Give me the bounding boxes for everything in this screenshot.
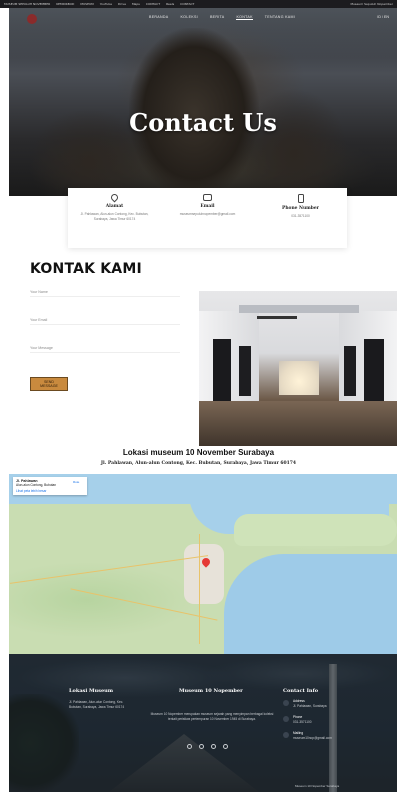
- bookmark[interactable]: KEMDIKBUD: [56, 2, 74, 6]
- site-footer: Lokasi Museum Jl. Pahlawan, Alun-alun Co…: [9, 654, 397, 792]
- location-address: Jl. Pahlawan, Alun-alun Contong, Kec. Bu…: [100, 461, 297, 466]
- bookmark[interactable]: CONTACT: [146, 2, 160, 6]
- footer-museum-text: Museum 10 Nopember merupakan museum seja…: [150, 712, 274, 721]
- location-title: Lokasi museum 10 November Surabaya: [122, 448, 275, 457]
- display-case: [279, 361, 319, 395]
- footer-location-text: Jl. Pahlawan, Alun-alun Contong, Kec. Bu…: [69, 700, 125, 709]
- email-field[interactable]: Your Email: [30, 318, 180, 325]
- footer-contact-title: Contact Info: [283, 688, 319, 694]
- nav-kontak[interactable]: KONTAK: [236, 15, 253, 20]
- section-title: KONTAK KAMI: [30, 261, 142, 277]
- twitter-icon[interactable]: [199, 744, 204, 749]
- footer-address-label: Address: [293, 699, 305, 703]
- display-panel: [239, 346, 251, 396]
- page-bottom: [0, 792, 397, 801]
- map-island: [234, 514, 397, 546]
- map-place-sub: Alun-alun Contong, Bubutan: [16, 483, 57, 487]
- bookmark[interactable]: MUSEUM: [80, 2, 93, 6]
- page-title: Contact Us: [129, 108, 277, 137]
- museum-gallery-image: [199, 291, 397, 446]
- nav-tentang-kami[interactable]: TENTANG KAMI: [265, 15, 295, 20]
- location-pin-icon: [109, 192, 120, 203]
- sculpture-image: [239, 88, 349, 196]
- info-email: Email museumsepuluhnopember@gmail.com: [161, 188, 254, 248]
- info-address-text: Jl. Pahlawan, Alun-alun Contong, Kec. Bu…: [80, 212, 149, 221]
- embedded-map[interactable]: Jl. Pahlawan Alun-alun Contong, Bubutan …: [9, 474, 397, 654]
- message-field[interactable]: Your Message: [30, 346, 180, 353]
- map-pin-icon: [283, 700, 289, 706]
- display-panel: [344, 346, 356, 396]
- bookmark[interactable]: Reels: [166, 2, 174, 6]
- info-email-title: Email: [200, 204, 215, 209]
- send-message-button[interactable]: SEND MESSAGE: [30, 377, 68, 391]
- mail-icon: [203, 194, 212, 201]
- footer-overlay: [9, 654, 397, 792]
- gallery-floor: [199, 401, 397, 446]
- main-nav: BERANDA KOLEKSI BERITA KONTAK TENTANG KA…: [9, 8, 397, 30]
- map-bay: [224, 554, 397, 654]
- language-switch[interactable]: ID / EN: [377, 15, 389, 19]
- hero-banner: BERANDA KOLEKSI BERITA KONTAK TENTANG KA…: [9, 8, 397, 196]
- footer-copyright: Museum 10 Nopember Surabaya: [295, 784, 340, 788]
- phone-icon: [283, 716, 289, 722]
- gallery-sign: [257, 316, 297, 319]
- browser-bookmarks-bar: MUSEUM SEPULUH NOVEMBER KEMDIKBUD MUSEUM…: [0, 0, 397, 8]
- youtube-icon[interactable]: [223, 744, 228, 749]
- bookmark[interactable]: CONTACT: [180, 2, 194, 6]
- gallery-ceiling: [239, 305, 359, 313]
- footer-mail-value: museum10nop@gmail.com: [293, 736, 332, 740]
- contact-form: Your Name Your Email Your Message SEND M…: [30, 290, 190, 392]
- nav-koleksi[interactable]: KOLEKSI: [180, 15, 197, 20]
- facebook-icon[interactable]: [187, 744, 192, 749]
- bookmark-right[interactable]: Museum Sepuluh Nopember: [350, 2, 393, 6]
- name-field[interactable]: Your Name: [30, 290, 180, 297]
- bookmark[interactable]: Maps: [132, 2, 140, 6]
- instagram-icon[interactable]: [211, 744, 216, 749]
- info-phone-title: Phone Number: [282, 206, 319, 211]
- nav-berita[interactable]: BERITA: [210, 15, 225, 20]
- footer-location-title: Lokasi Museum: [69, 688, 114, 694]
- map-larger-link[interactable]: Lihat peta lebih besar: [16, 489, 84, 493]
- footer-address-value: Jl. Pahlawan, Surabaya: [293, 704, 327, 708]
- bookmark[interactable]: YouTube: [100, 2, 112, 6]
- contact-info-card: Alamat Jl. Pahlawan, Alun-alun Contong, …: [68, 188, 347, 248]
- map-road: [199, 534, 200, 644]
- site-logo[interactable]: [27, 14, 37, 24]
- info-email-text[interactable]: museumsepuluhnopember@gmail.com: [167, 212, 249, 217]
- info-phone-text[interactable]: 031-3571100: [260, 214, 342, 219]
- bookmark[interactable]: Drive: [118, 2, 126, 6]
- mail-icon: [283, 732, 289, 738]
- footer-phone-label: Phone: [293, 715, 303, 719]
- map-city-area: [184, 544, 224, 604]
- phone-icon: [297, 194, 304, 203]
- info-address: Alamat Jl. Pahlawan, Alun-alun Contong, …: [68, 188, 161, 248]
- nav-beranda[interactable]: BERANDA: [149, 15, 168, 20]
- footer-phone-value: 031-3571100: [293, 720, 312, 724]
- footer-museum-title: Museum 10 Nopember: [179, 688, 243, 694]
- info-address-title: Alamat: [105, 204, 124, 209]
- bookmark[interactable]: MUSEUM SEPULUH NOVEMBER: [4, 2, 50, 6]
- map-directions-link[interactable]: Rute: [73, 480, 79, 484]
- info-phone: Phone Number 031-3571100: [254, 188, 347, 248]
- footer-mail-label: Mailing: [293, 731, 304, 735]
